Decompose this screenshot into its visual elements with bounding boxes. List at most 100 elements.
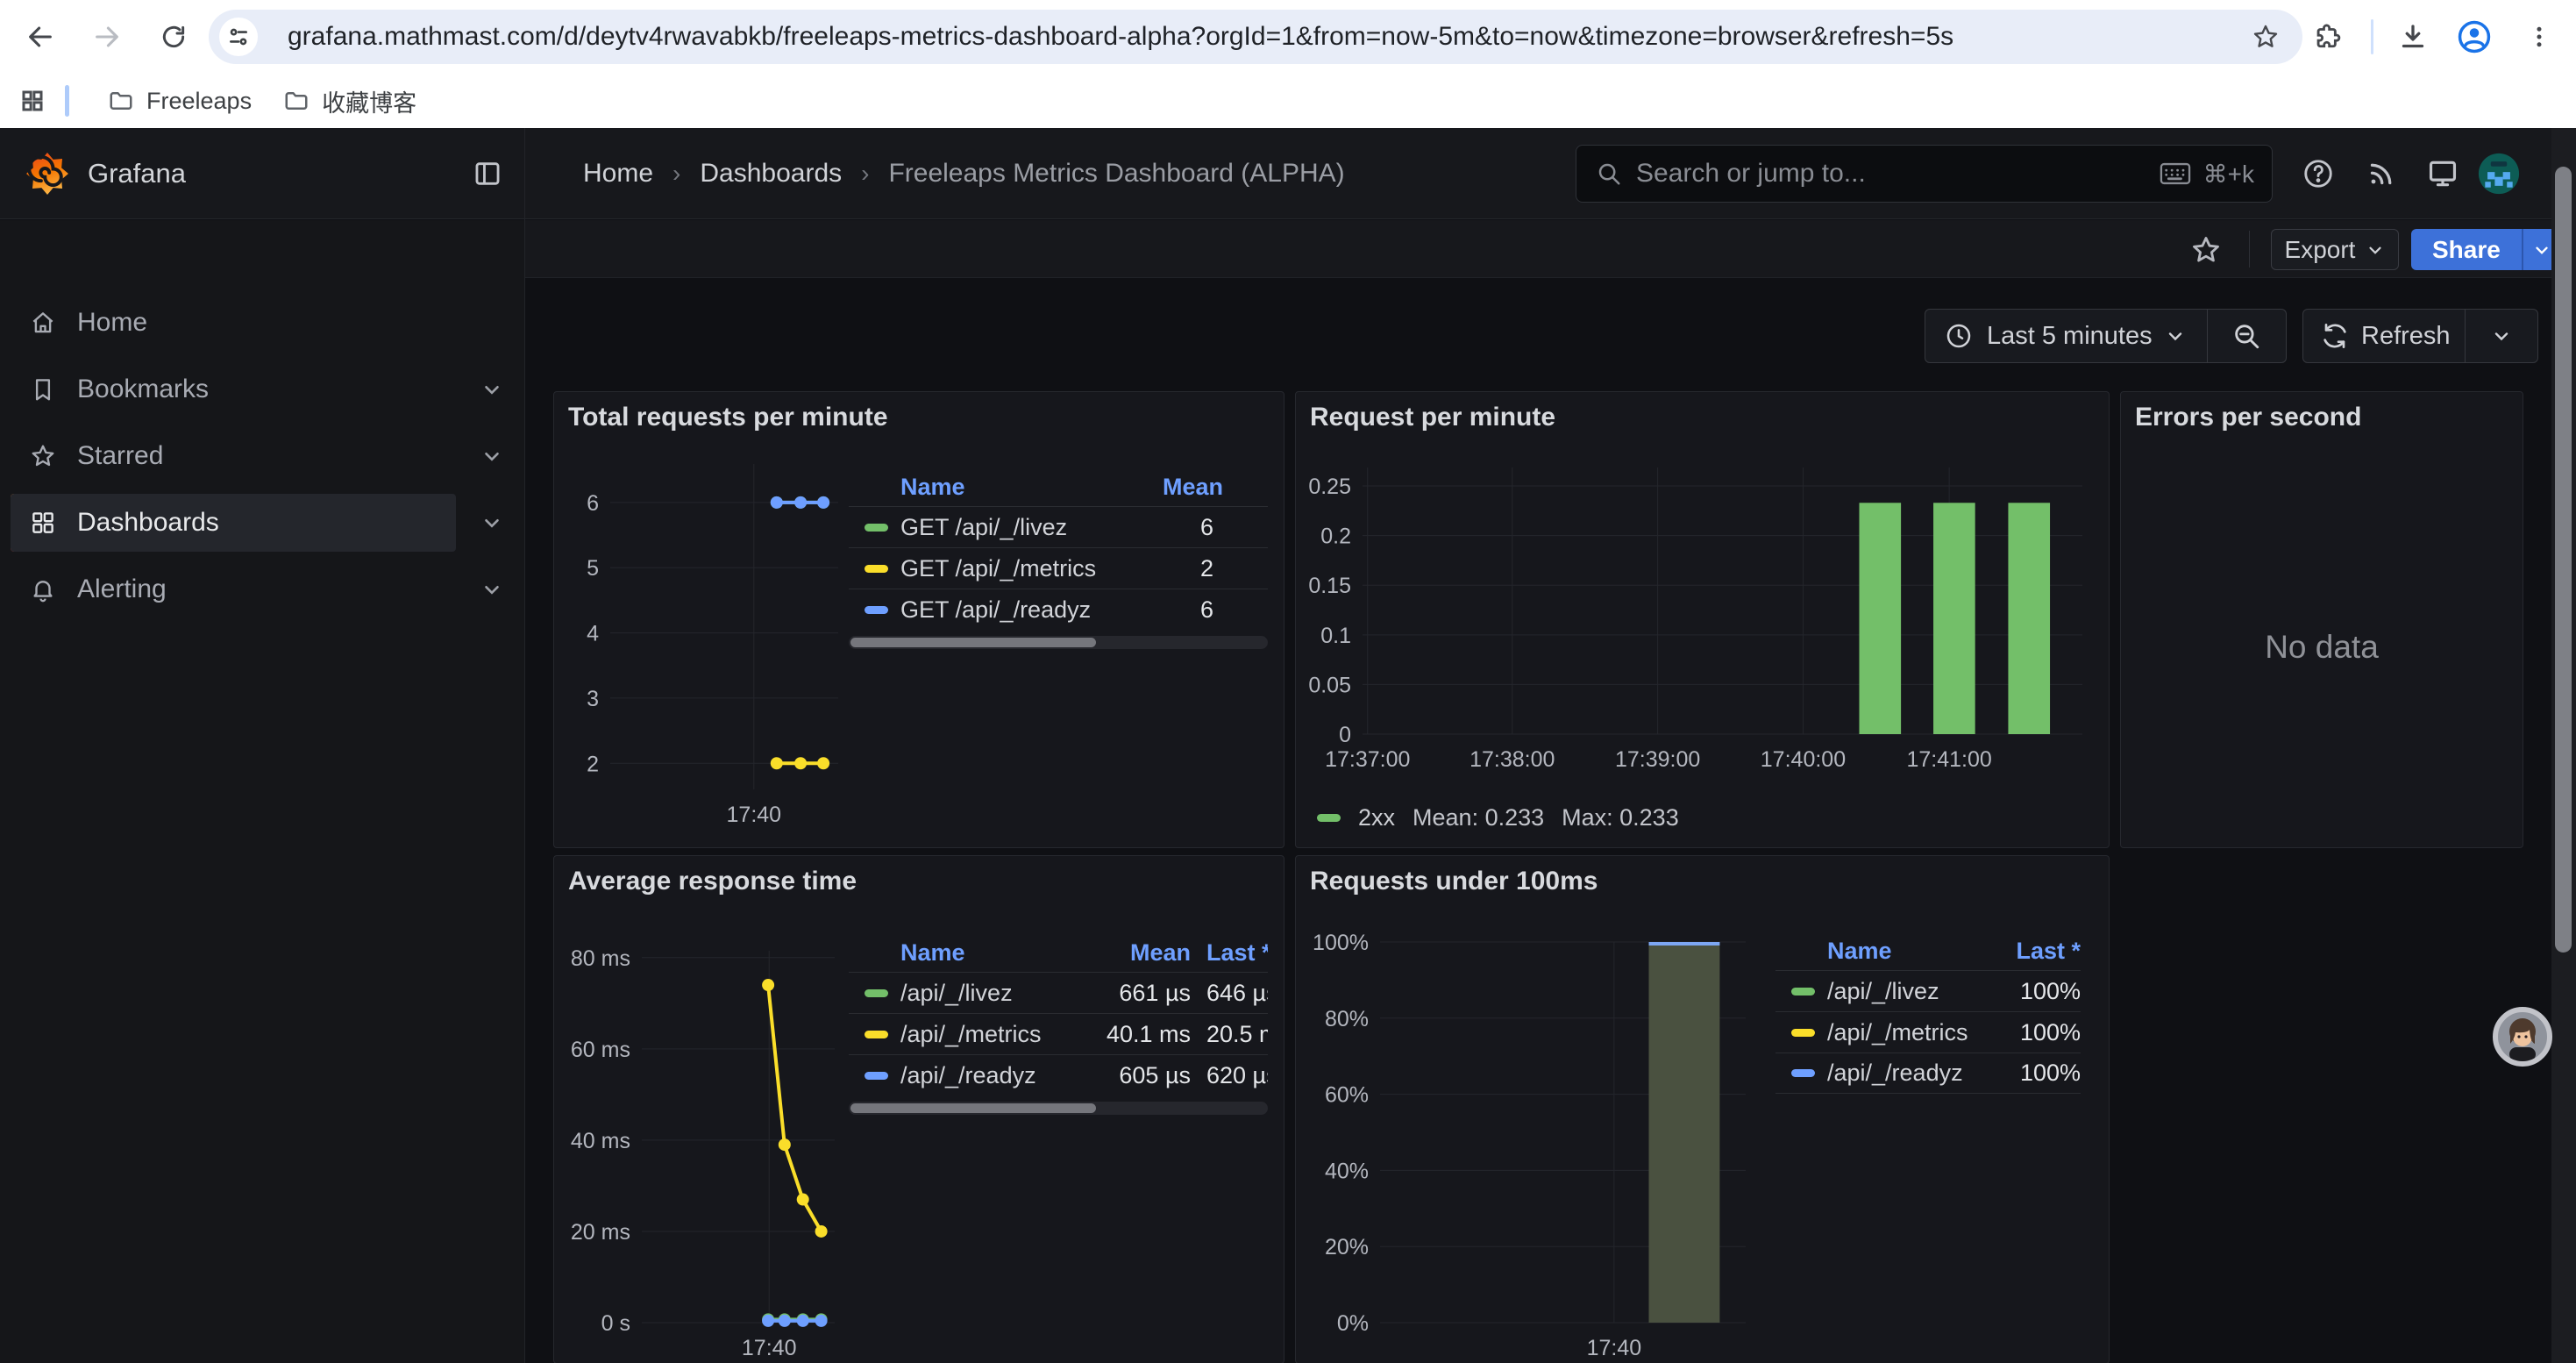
sidebar-item-label: Alerting bbox=[77, 574, 167, 604]
dock-sidebar-icon[interactable] bbox=[470, 156, 505, 191]
legend-col-name[interactable]: Name bbox=[849, 474, 1163, 501]
legend-col-name[interactable]: Name bbox=[1775, 938, 1984, 965]
search-input[interactable] bbox=[1636, 159, 2160, 189]
svg-text:0.25: 0.25 bbox=[1308, 475, 1351, 499]
sidebar-item-alerting[interactable]: Alerting bbox=[11, 560, 456, 618]
reload-icon[interactable] bbox=[151, 14, 196, 60]
bookmark-folder-freeleaps[interactable]: Freeleaps bbox=[92, 81, 267, 122]
series-name[interactable]: /api/_/livez bbox=[900, 980, 1086, 1007]
series-name[interactable]: GET /api/_/readyz bbox=[900, 596, 1163, 624]
panel-title[interactable]: Errors per second bbox=[2135, 403, 2361, 432]
legend-scrollbar[interactable] bbox=[849, 636, 1268, 649]
legend-row[interactable]: /api/_/metrics 40.1 ms 20.5 ms bbox=[849, 1013, 1268, 1054]
legend-header: Name Last * bbox=[1775, 931, 2081, 970]
series-last: 100% bbox=[1984, 1019, 2081, 1046]
help-icon[interactable] bbox=[2297, 153, 2339, 195]
legend-header: Name Mean Last * bbox=[849, 933, 1268, 972]
bookmark-folder-blogs[interactable]: 收藏博客 bbox=[267, 77, 432, 125]
legend-col-name[interactable]: Name bbox=[849, 939, 1086, 967]
panel-title[interactable]: Request per minute bbox=[1310, 403, 1555, 432]
series-name[interactable]: /api/_/readyz bbox=[1827, 1060, 1984, 1087]
menu-dots-icon[interactable] bbox=[2518, 16, 2560, 58]
legend-row[interactable]: GET /api/_/metrics 2 bbox=[849, 547, 1268, 589]
legend-row[interactable]: /api/_/livez 100% bbox=[1775, 970, 2081, 1011]
legend-row[interactable]: GET /api/_/livez 6 bbox=[849, 506, 1268, 547]
chevron-down-icon[interactable] bbox=[480, 445, 503, 467]
timeseries-chart[interactable]: 2345617:40 bbox=[565, 443, 847, 833]
series-name[interactable]: /api/_/readyz bbox=[900, 1062, 1086, 1089]
panel-title[interactable]: Requests under 100ms bbox=[1310, 867, 1598, 896]
panel-title[interactable]: Total requests per minute bbox=[568, 403, 888, 432]
forward-icon[interactable] bbox=[84, 14, 130, 60]
sidebar-item-starred[interactable]: Starred bbox=[11, 427, 456, 485]
refresh-button-group[interactable]: Refresh bbox=[2302, 309, 2538, 363]
sidebar-item-home[interactable]: Home bbox=[11, 294, 456, 352]
bar-chart[interactable]: 0%20%40%60%80%100%17:40 bbox=[1305, 898, 1761, 1363]
legend-row[interactable]: /api/_/readyz 605 µs 620 µs bbox=[849, 1054, 1268, 1095]
series-name[interactable]: /api/_/metrics bbox=[1827, 1019, 1984, 1046]
home-icon bbox=[30, 310, 56, 336]
svg-text:17:40: 17:40 bbox=[727, 803, 782, 827]
bookmark-label: 收藏博客 bbox=[322, 84, 416, 118]
series-name[interactable]: /api/_/livez bbox=[1827, 978, 1984, 1005]
legend-row[interactable]: /api/_/livez 661 µs 646 µs bbox=[849, 972, 1268, 1013]
legend-row[interactable]: /api/_/metrics 100% bbox=[1775, 1011, 2081, 1053]
chevron-down-icon bbox=[2366, 240, 2385, 260]
user-avatar[interactable] bbox=[2478, 153, 2520, 195]
refresh-interval-chevron[interactable] bbox=[2466, 325, 2537, 346]
legend-row[interactable]: /api/_/readyz 100% bbox=[1775, 1053, 2081, 1094]
series-name[interactable]: /api/_/metrics bbox=[900, 1021, 1086, 1048]
series-name[interactable]: GET /api/_/livez bbox=[900, 514, 1163, 541]
news-rss-icon[interactable] bbox=[2360, 153, 2402, 195]
zoom-out-button[interactable] bbox=[2208, 321, 2286, 351]
apps-grid-icon[interactable] bbox=[19, 88, 46, 114]
star-dashboard-icon[interactable] bbox=[2187, 231, 2225, 269]
back-icon[interactable] bbox=[18, 14, 63, 60]
legend-col-last[interactable]: Last * bbox=[1191, 939, 1268, 967]
svg-text:17:40:00: 17:40:00 bbox=[1761, 747, 1846, 772]
url-bar[interactable] bbox=[209, 10, 2302, 64]
export-label: Export bbox=[2285, 236, 2356, 264]
legend-col-mean[interactable]: Mean bbox=[1163, 474, 1268, 501]
timeseries-chart[interactable]: 0 s20 ms40 ms60 ms80 ms17:40 bbox=[565, 900, 847, 1363]
profile-icon[interactable] bbox=[2453, 16, 2495, 58]
bookmark-star-icon[interactable] bbox=[2252, 23, 2280, 51]
grafana-logo[interactable] bbox=[26, 153, 68, 195]
breadcrumb-separator: › bbox=[861, 160, 869, 188]
sidebar: Home Bookmarks Starred Dashboards Alerti… bbox=[0, 220, 524, 1363]
series-name[interactable]: GET /api/_/metrics bbox=[900, 555, 1163, 582]
page-scrollbar[interactable] bbox=[2551, 128, 2576, 1363]
series-mean: 40.1 ms bbox=[1086, 1021, 1191, 1048]
legend-col-mean[interactable]: Mean bbox=[1086, 939, 1191, 967]
svg-text:17:39:00: 17:39:00 bbox=[1615, 747, 1700, 772]
time-range-picker[interactable]: Last 5 minutes bbox=[1925, 309, 2287, 363]
svg-text:0 s: 0 s bbox=[601, 1311, 630, 1336]
legend-row[interactable]: GET /api/_/readyz 6 bbox=[849, 589, 1268, 630]
share-button[interactable]: Share bbox=[2411, 229, 2561, 270]
url-input[interactable] bbox=[288, 22, 2252, 52]
search-box[interactable]: ⌘+k bbox=[1576, 145, 2273, 203]
sidebar-item-dashboards[interactable]: Dashboards bbox=[11, 494, 456, 552]
downloads-icon[interactable] bbox=[2392, 16, 2434, 58]
floating-assistant-avatar[interactable] bbox=[2493, 1007, 2552, 1067]
svg-text:17:40: 17:40 bbox=[1587, 1336, 1642, 1360]
chevron-down-icon[interactable] bbox=[480, 378, 503, 401]
svg-text:4: 4 bbox=[587, 622, 599, 646]
sidebar-item-bookmarks[interactable]: Bookmarks bbox=[11, 360, 456, 418]
legend-col-last[interactable]: Last * bbox=[1984, 938, 2081, 965]
site-settings-icon[interactable] bbox=[219, 18, 258, 56]
bar-chart[interactable]: 00.050.10.150.20.2517:37:0017:38:0017:39… bbox=[1303, 432, 2096, 808]
breadcrumb-dashboards[interactable]: Dashboards bbox=[700, 159, 842, 189]
legend-scrollbar[interactable] bbox=[849, 1102, 1268, 1115]
monitor-kiosk-icon[interactable] bbox=[2422, 153, 2464, 195]
scrollbar-thumb[interactable] bbox=[2555, 167, 2572, 953]
share-label[interactable]: Share bbox=[2411, 229, 2522, 270]
breadcrumb-home[interactable]: Home bbox=[583, 159, 653, 189]
chevron-down-icon[interactable] bbox=[480, 578, 503, 601]
export-button[interactable]: Export bbox=[2271, 229, 2399, 270]
extensions-icon[interactable] bbox=[2306, 16, 2348, 58]
chevron-down-icon[interactable] bbox=[480, 511, 503, 534]
panel-title[interactable]: Average response time bbox=[568, 867, 857, 896]
series-name[interactable]: 2xx bbox=[1358, 804, 1395, 831]
svg-text:20%: 20% bbox=[1325, 1235, 1369, 1260]
